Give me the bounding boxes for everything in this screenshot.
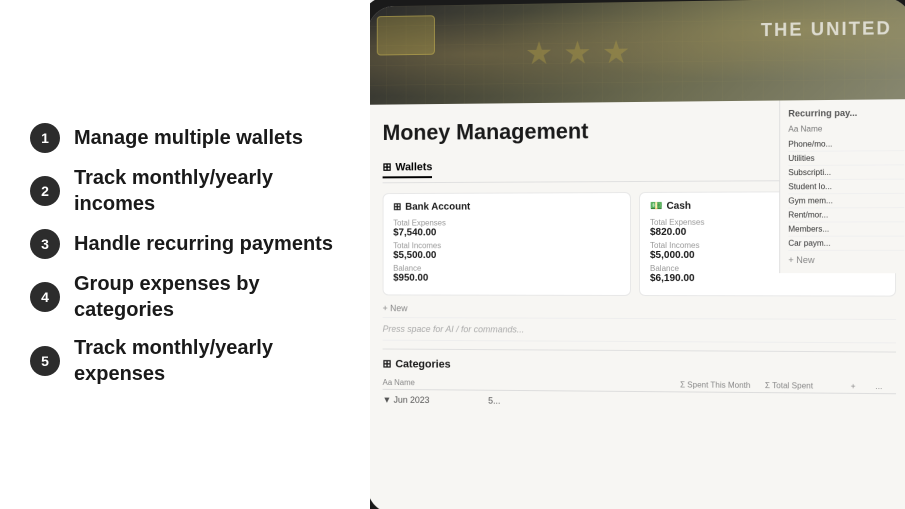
- recurring-item-4: Student lo...: [788, 180, 904, 195]
- wallet-cash-icon: 💵: [650, 201, 662, 212]
- feature-number-1: 1: [30, 123, 60, 153]
- feature-item-2: 2 Track monthly/yearly incomes: [30, 165, 350, 217]
- wallet-bank-title: ⊞ Bank Account: [393, 201, 620, 213]
- wallet-bank-expenses-value: $7,540.00: [393, 227, 620, 238]
- recurring-item-6: Rent/mor...: [788, 208, 904, 223]
- recurring-payments-sidebar: Recurring pay... Aa Name Phone/mo... Uti…: [779, 99, 905, 273]
- feature-number-5: 5: [30, 346, 60, 376]
- categories-section: ⊞ Categories Aa Name Σ Spent This Month …: [383, 349, 896, 412]
- feature-number-2: 2: [30, 176, 60, 206]
- wallet-bank-incomes-value: $5,500.00: [393, 250, 620, 261]
- wallet-bank-incomes-label: Total Incomes: [393, 241, 620, 250]
- recurring-item-1: Phone/mo...: [788, 137, 904, 152]
- col-total-spent: Σ Total Spent: [765, 381, 847, 391]
- money-text: THE UNITED: [761, 18, 892, 41]
- recurring-name-header: Aa Name: [788, 124, 904, 134]
- add-wallet-button[interactable]: + New: [383, 303, 896, 315]
- feature-text-5: Track monthly/yearly expenses: [74, 335, 350, 387]
- feature-text-4: Group expenses by categories: [74, 271, 350, 323]
- wallet-bank-balance-value: $950.00: [393, 273, 620, 284]
- col-more[interactable]: ...: [875, 382, 896, 391]
- device-mockup-panel: THE UNITED ★ ★ ★ Money Management ⊞ Wall…: [370, 0, 905, 509]
- features-panel: 1 Manage multiple wallets 2 Track monthl…: [0, 93, 370, 417]
- header-image: THE UNITED ★ ★ ★: [370, 0, 905, 105]
- feature-item-1: 1 Manage multiple wallets: [30, 123, 350, 153]
- recurring-item-7: Members...: [788, 222, 904, 236]
- add-recurring-button[interactable]: + New: [788, 255, 904, 265]
- categories-table-header: Aa Name Σ Spent This Month Σ Total Spent…: [383, 376, 896, 394]
- wallet-card-bank: ⊞ Bank Account Total Expenses $7,540.00 …: [383, 192, 631, 296]
- wallet-bank-incomes-row: Total Incomes $5,500.00: [393, 241, 620, 261]
- wallet-bank-balance-label: Balance: [393, 264, 620, 273]
- wallet-bank-icon: ⊞: [393, 202, 401, 213]
- wallet-bank-expenses-label: Total Expenses: [393, 218, 620, 227]
- command-bar: Press space for AI / for commands...: [383, 317, 896, 343]
- tab-wallets-label: Wallets: [395, 161, 432, 173]
- recurring-payments-title: Recurring pay...: [788, 107, 904, 118]
- categories-title: ⊞ Categories: [383, 357, 896, 374]
- wallet-cash-balance-value: $6,190.00: [650, 273, 885, 284]
- tab-wallets[interactable]: ⊞ Wallets: [383, 157, 433, 178]
- feature-text-1: Manage multiple wallets: [74, 125, 303, 151]
- jun-2023-row: ▼ Jun 2023 5...: [383, 393, 896, 412]
- col-spent-month: Σ Spent This Month: [680, 380, 761, 390]
- recurring-item-5: Gym mem...: [788, 194, 904, 209]
- recurring-item-2: Utilities: [788, 151, 904, 166]
- jun-2023-label: ▼ Jun 2023: [383, 395, 430, 405]
- feature-text-2: Track monthly/yearly incomes: [74, 165, 350, 217]
- wallet-bank-expenses-row: Total Expenses $7,540.00: [393, 218, 620, 238]
- recurring-item-3: Subscripti...: [788, 165, 904, 180]
- recurring-item-8: Car paym...: [788, 237, 904, 251]
- wallet-bank-balance-row: Balance $950.00: [393, 264, 620, 284]
- col-name: Aa Name: [383, 378, 676, 389]
- feature-number-3: 3: [30, 229, 60, 259]
- tab-wallets-icon: ⊞: [383, 161, 392, 174]
- device-screen: THE UNITED ★ ★ ★ Money Management ⊞ Wall…: [370, 0, 905, 509]
- feature-item-5: 5 Track monthly/yearly expenses: [30, 335, 350, 387]
- device-frame: THE UNITED ★ ★ ★ Money Management ⊞ Wall…: [370, 0, 905, 509]
- feature-item-3: 3 Handle recurring payments: [30, 229, 350, 259]
- categories-icon: ⊞: [383, 357, 392, 370]
- feature-number-4: 4: [30, 282, 60, 312]
- feature-text-3: Handle recurring payments: [74, 231, 333, 257]
- col-add[interactable]: +: [851, 382, 872, 391]
- feature-item-4: 4 Group expenses by categories: [30, 271, 350, 323]
- jun-2023-value: 5...: [488, 396, 500, 406]
